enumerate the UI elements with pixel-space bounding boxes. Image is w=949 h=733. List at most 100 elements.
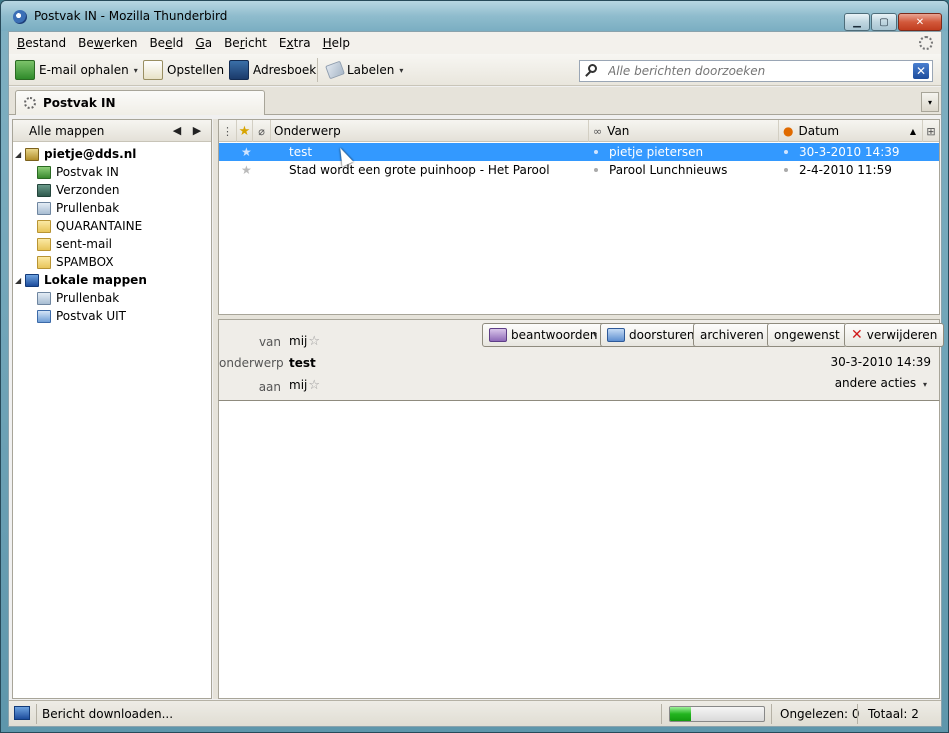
star-toggle-icon[interactable]: ★ <box>241 163 252 177</box>
search-input[interactable] <box>608 63 898 79</box>
message-list: ⋮ ★ ⌀ Onderwerp ∞ Van ● Datum ▲ ⊞ ★ test piet… <box>218 119 940 315</box>
menu-ga[interactable]: Ga <box>195 36 212 50</box>
prev-folder-view-icon[interactable]: ◀ <box>167 124 187 137</box>
expand-twisty-icon[interactable]: ◢ <box>15 276 21 285</box>
menu-bestand[interactable]: Bestand <box>17 36 66 50</box>
forward-button[interactable]: doorsturen <box>600 323 702 347</box>
to-value[interactable]: mij☆ <box>289 378 320 393</box>
folder-item[interactable]: SPAMBOX <box>13 253 211 271</box>
subject-column-header[interactable]: Onderwerp <box>271 120 589 142</box>
message-row[interactable]: ★ Stad wordt een grote puinhoop - Het Par… <box>219 161 939 179</box>
star-toggle-icon[interactable]: ★ <box>241 145 252 159</box>
folder-label: SPAMBOX <box>56 255 114 269</box>
thread-column-icon[interactable]: ⋮ <box>219 120 237 142</box>
folder-item[interactable]: Postvak UIT <box>13 307 211 325</box>
message-header-pane: van mij☆ onderwerp test aan mij☆ beantwo… <box>218 319 945 401</box>
compose-icon <box>143 60 163 80</box>
star-column-icon[interactable]: ★ <box>237 120 253 142</box>
folder-item[interactable]: Prullenbak <box>13 199 211 217</box>
address-book-button[interactable]: Adresboek <box>229 58 316 82</box>
expand-twisty-icon[interactable]: ◢ <box>15 150 21 159</box>
junk-button[interactable]: ongewenst <box>767 323 847 347</box>
read-dot-icon[interactable] <box>594 168 598 172</box>
message-cell <box>594 143 598 161</box>
tag-button[interactable]: Labelen ▾ <box>325 58 404 82</box>
junk-dot-icon[interactable] <box>784 168 788 172</box>
maximize-button[interactable]: ▢ <box>871 13 897 31</box>
folder-icon <box>37 255 51 269</box>
total-count: Totaal: 2 <box>868 707 919 721</box>
folder-item[interactable]: sent-mail <box>13 235 211 253</box>
folder-pane: Alle mappen ◀ ▶ ◢ pietje@dds.nl Postvak IN… <box>12 119 212 699</box>
folder-item[interactable]: Prullenbak <box>13 289 211 307</box>
from-label: van <box>258 335 281 349</box>
folder-item[interactable]: Postvak IN <box>13 163 211 181</box>
menu-extra[interactable]: Extra <box>279 36 311 50</box>
archive-button[interactable]: archiveren <box>693 323 771 347</box>
online-status-icon[interactable] <box>14 706 30 720</box>
local-folders-icon <box>25 273 39 287</box>
folder-item[interactable]: ◢ pietje@dds.nl <box>13 145 211 163</box>
from-value[interactable]: mij☆ <box>289 334 320 349</box>
menu-help[interactable]: Help <box>323 36 350 50</box>
junk-dot-icon[interactable] <box>784 150 788 154</box>
sent-icon <box>37 183 51 197</box>
window-title: Postvak IN - Mozilla Thunderbird <box>34 9 228 23</box>
client-area: Bestand Bewerken Beeld Ga Bericht Extra Help E… <box>8 31 945 727</box>
tab-list-dropdown-icon[interactable]: ▾ <box>921 92 939 112</box>
folder-label: Prullenbak <box>56 201 120 215</box>
message-cell: ★ <box>241 143 252 161</box>
add-contact-star-icon[interactable]: ☆ <box>308 334 320 349</box>
folder-view-label: Alle mappen <box>29 123 105 138</box>
title-bar[interactable]: Postvak IN - Mozilla Thunderbird ▁ ▢ ✕ <box>1 1 948 31</box>
menu-bericht[interactable]: Bericht <box>224 36 267 50</box>
forward-icon <box>607 328 625 342</box>
message-row[interactable]: ★ test pietje pietersen 30-3-2010 14:39 <box>219 143 939 161</box>
delete-icon: ✕ <box>851 327 863 343</box>
delete-button[interactable]: ✕ verwijderen <box>844 323 945 347</box>
folder-item[interactable]: QUARANTAINE <box>13 217 211 235</box>
date-column-header[interactable]: ● Datum ▲ <box>779 120 923 142</box>
tab-strip: Postvak IN ▾ <box>9 87 941 115</box>
menu-beeld[interactable]: Beeld <box>149 36 183 50</box>
tag-dropdown-icon: ▾ <box>399 65 404 75</box>
column-picker-icon[interactable]: ⊞ <box>923 120 939 142</box>
unread-count: Ongelezen: 0 <box>780 707 860 721</box>
message-cell <box>784 143 788 161</box>
attachment-column-icon[interactable]: ⌀ <box>253 120 271 142</box>
folder-item[interactable]: ◢ Lokale mappen <box>13 271 211 289</box>
sort-ascending-icon: ▲ <box>909 126 916 136</box>
close-button[interactable]: ✕ <box>898 13 942 31</box>
reply-button[interactable]: beantwoorden <box>482 323 605 347</box>
minimize-button[interactable]: ▁ <box>844 13 870 31</box>
more-actions-button[interactable]: andere acties ▾ <box>835 376 927 390</box>
status-separator <box>661 704 662 724</box>
reply-dropdown-icon[interactable]: ▾ <box>593 330 597 339</box>
activity-throbber-icon <box>919 36 933 50</box>
search-icon[interactable] <box>585 64 601 78</box>
folder-item[interactable]: Verzonden <box>13 181 211 199</box>
menu-bar: Bestand Bewerken Beeld Ga Bericht Extra Help <box>9 32 941 54</box>
read-dot-icon[interactable] <box>594 150 598 154</box>
get-mail-button[interactable]: E-mail ophalen ▾ <box>15 58 138 82</box>
tab-inbox[interactable]: Postvak IN <box>15 90 265 115</box>
compose-button[interactable]: Opstellen <box>143 58 224 82</box>
toolbar-separator <box>317 58 318 82</box>
from-column-header[interactable]: ∞ Van <box>589 120 779 142</box>
next-folder-view-icon[interactable]: ▶ <box>187 124 207 137</box>
window-controls: ▁ ▢ ✕ <box>843 13 942 31</box>
trash-icon <box>37 291 51 305</box>
get-mail-dropdown-icon[interactable]: ▾ <box>134 66 138 75</box>
account-icon <box>25 147 39 161</box>
message-subject: test <box>289 145 313 159</box>
menu-bewerken[interactable]: Bewerken <box>78 36 137 50</box>
search-box[interactable]: ✕ <box>579 60 933 82</box>
outbox-icon <box>37 309 51 323</box>
message-cell: ★ <box>241 161 252 179</box>
clear-search-icon[interactable]: ✕ <box>913 63 929 79</box>
add-contact-star-icon[interactable]: ☆ <box>308 378 320 393</box>
status-separator <box>857 704 858 724</box>
message-body[interactable] <box>218 401 940 699</box>
folder-tree: ◢ pietje@dds.nl Postvak IN Verzonden Prullen… <box>13 145 211 325</box>
message-list-header: ⋮ ★ ⌀ Onderwerp ∞ Van ● Datum ▲ ⊞ <box>219 120 939 142</box>
